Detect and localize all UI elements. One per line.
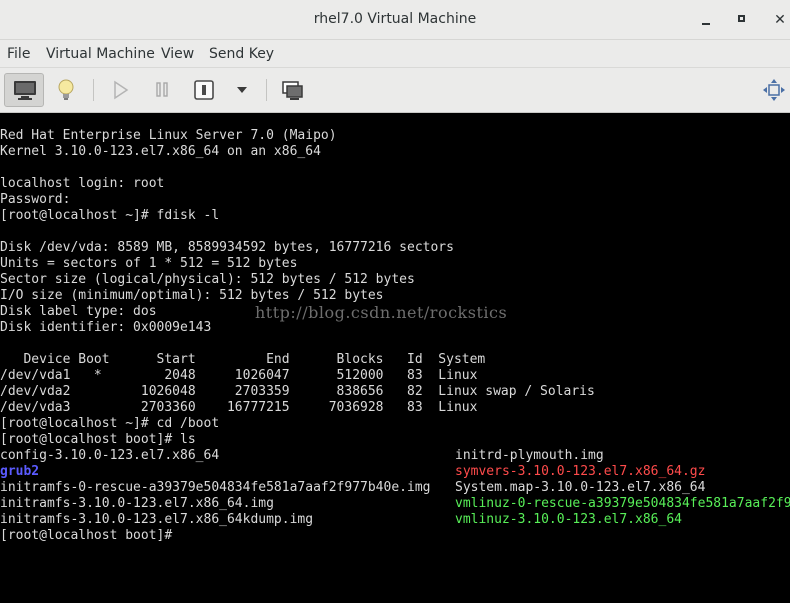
- toolbar: [0, 68, 790, 113]
- ls-entry-executable: vmlinuz-3.10.0-123.el7.x86_64: [455, 512, 682, 527]
- fullscreen-icon: [763, 79, 785, 101]
- console-view-button[interactable]: [4, 73, 44, 107]
- ls-entry-directory: grub2: [0, 464, 40, 479]
- maximize-button[interactable]: [732, 10, 752, 30]
- terminal-line: [root@localhost ~]# cd /boot: [0, 416, 220, 431]
- ls-entry-archive: symvers-3.10.0-123.el7.x86_64.gz: [455, 464, 706, 479]
- ls-entry: System.map-3.10.0-123.el7.x86_64: [455, 480, 706, 495]
- terminal-line: localhost login: root: [0, 176, 165, 191]
- menu-bar: File Virtual Machine View Send Key: [0, 40, 790, 68]
- menu-send-key[interactable]: Send Key: [209, 46, 274, 62]
- shutdown-menu-button[interactable]: [222, 73, 258, 107]
- monitor-icon: [14, 81, 36, 100]
- terminal-line: Disk identifier: 0x0009e143: [0, 320, 212, 335]
- terminal-line: [root@localhost ~]# fdisk -l: [0, 208, 220, 223]
- title-bar[interactable]: rhel7.0 Virtual Machine ✕: [0, 0, 790, 40]
- ls-entry: config-3.10.0-123.el7.x86_64: [0, 448, 220, 463]
- details-view-button[interactable]: [46, 73, 86, 107]
- fullscreen-button[interactable]: [754, 73, 790, 107]
- menu-virtual-machine[interactable]: Virtual Machine: [46, 46, 155, 62]
- terminal-line: Disk /dev/vda: 8589 MB, 8589934592 bytes…: [0, 240, 454, 255]
- run-button[interactable]: [100, 73, 140, 107]
- shell-prompt: [root@localhost boot]#: [0, 528, 173, 543]
- terminal-line: /dev/vda2 1026048 2703359 838656 82 Linu…: [0, 384, 595, 399]
- close-button[interactable]: ✕: [770, 10, 790, 30]
- snapshot-icon: [282, 81, 303, 100]
- menu-file[interactable]: File: [7, 46, 30, 62]
- power-icon: [194, 80, 214, 100]
- vm-console[interactable]: Red Hat Enterprise Linux Server 7.0 (Mai…: [0, 113, 790, 603]
- terminal-line: Device Boot Start End Blocks Id System: [0, 352, 486, 367]
- pause-button[interactable]: [142, 73, 182, 107]
- ls-entry-executable: vmlinuz-0-rescue-a39379e504834fe581a7aaf…: [455, 496, 790, 511]
- minimize-button[interactable]: [696, 10, 716, 30]
- terminal-line: Units = sectors of 1 * 512 = 512 bytes: [0, 256, 298, 271]
- snapshots-button[interactable]: [272, 73, 312, 107]
- chevron-down-icon: [237, 87, 247, 93]
- toolbar-separator: [93, 79, 94, 101]
- lightbulb-icon: [58, 79, 74, 100]
- maximize-icon: [738, 15, 745, 22]
- pause-icon: [156, 82, 168, 97]
- terminal-line: /dev/vda3 2703360 16777215 7036928 83 Li…: [0, 400, 478, 415]
- terminal-line: Sector size (logical/physical): 512 byte…: [0, 272, 415, 287]
- terminal-line: Disk label type: dos: [0, 304, 157, 319]
- terminal-line: Password:: [0, 192, 71, 207]
- terminal-line: Red Hat Enterprise Linux Server 7.0 (Mai…: [0, 128, 337, 143]
- shutdown-button[interactable]: [184, 73, 224, 107]
- ls-entry: initramfs-3.10.0-123.el7.x86_64kdump.img: [0, 512, 314, 527]
- play-icon: [114, 80, 129, 100]
- terminal-line: Kernel 3.10.0-123.el7.x86_64 on an x86_6…: [0, 144, 321, 159]
- watermark-text: http://blog.csdn.net/rockstics: [255, 303, 508, 322]
- ls-entry: initrd-plymouth.img: [455, 448, 604, 463]
- ls-entry: initramfs-3.10.0-123.el7.x86_64.img: [0, 496, 274, 511]
- close-icon: ✕: [774, 12, 786, 28]
- terminal-line: [root@localhost boot]# ls: [0, 432, 196, 447]
- ls-entry: initramfs-0-rescue-a39379e504834fe581a7a…: [0, 480, 431, 495]
- terminal-line: /dev/vda1 * 2048 1026047 512000 83 Linux: [0, 368, 478, 383]
- toolbar-separator: [266, 79, 267, 101]
- vm-window: rhel7.0 Virtual Machine ✕ File Virtual M…: [0, 0, 790, 603]
- minimize-icon: [702, 23, 710, 25]
- window-title: rhel7.0 Virtual Machine: [313, 11, 477, 27]
- menu-view[interactable]: View: [161, 46, 194, 62]
- terminal-line: I/O size (minimum/optimal): 512 bytes / …: [0, 288, 384, 303]
